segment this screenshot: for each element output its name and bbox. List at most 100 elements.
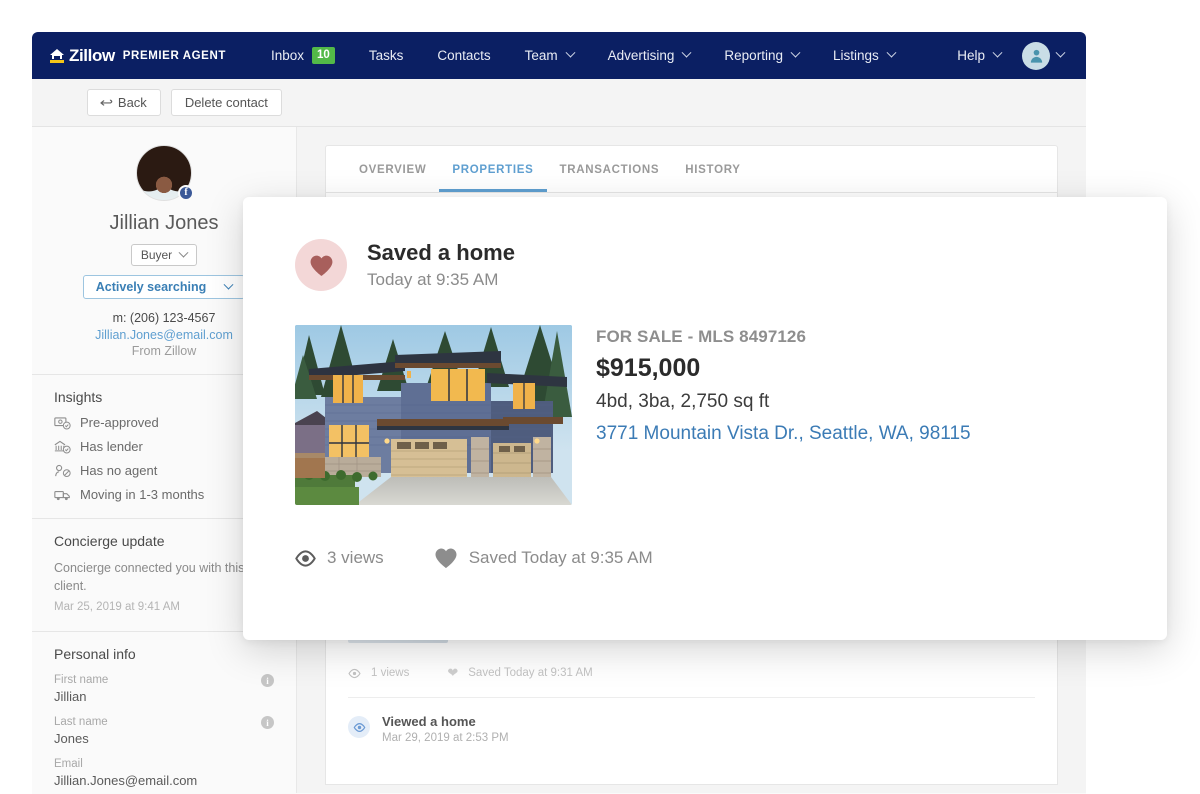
contact-status-row: Actively searching [54,275,274,299]
nav-item-label: Help [957,48,985,63]
chevron-down-icon [565,47,576,58]
nav-item-tasks[interactable]: Tasks [352,32,421,79]
field-value: Jones [54,731,89,747]
insight-label: Has lender [80,439,143,454]
contact-type-label: Buyer [140,248,173,262]
activity-item-viewed[interactable]: Viewed a home Mar 29, 2019 at 2:53 PM [348,698,1035,744]
insight-row: Moving in 1-3 months [54,487,274,502]
user-icon [1030,49,1042,63]
field-label: First name [54,674,109,687]
activity-title: Viewed a home [382,714,476,729]
listing-specs: 4bd, 3ba, 2,750 sq ft [596,391,770,412]
avatar: f [136,145,194,201]
field-label: Email [54,758,83,771]
top-navigation-bar: Zillow PREMIER AGENT Inbox 10 Tasks Cont… [32,32,1086,79]
nav-item-label: Inbox [270,48,305,63]
modal-title: Saved a home [367,240,515,265]
tab-history[interactable]: HISTORY [672,146,753,192]
nav-item-reporting[interactable]: Reporting [707,32,816,79]
nav-right-group: Help [940,32,1066,79]
eye-icon [348,668,361,678]
field-value: Jillian.Jones@email.com [54,773,198,789]
property-photo[interactable] [295,325,572,505]
modal-header: Saved a home Today at 9:35 AM [295,239,1115,291]
contact-type-row: Buyer [54,244,274,266]
insight-label: Has no agent [80,463,158,478]
nav-item-label: Reporting [724,48,783,63]
chevron-down-icon [223,279,234,290]
contact-email-link[interactable]: Jillian.Jones@email.com [54,328,274,342]
listing-details: FOR SALE - MLS 8497126 $915,000 4bd, 3ba… [596,325,971,505]
facebook-badge-icon: f [178,185,194,201]
back-button[interactable]: ↩ Back [87,89,161,116]
tab-overview[interactable]: OVERVIEW [346,146,439,192]
nav-item-label: Tasks [368,48,404,63]
modal-body: FOR SALE - MLS 8497126 $915,000 4bd, 3ba… [295,325,1115,505]
modal-subtitle: Today at 9:35 AM [367,270,499,289]
viewed-badge-icon [348,716,370,738]
screen: Zillow PREMIER AGENT Inbox 10 Tasks Cont… [0,0,1200,794]
heart-icon: ❤ [447,665,459,680]
nav-item-label: Contacts [437,48,491,63]
delete-contact-label: Delete contact [184,95,268,110]
activity-views: 1 views [371,667,410,679]
contact-profile: f Jillian Jones Buyer Actively searching [54,145,274,358]
saved-text: Saved Today at 9:35 AM [468,548,653,567]
chevron-down-icon [992,47,1003,58]
personal-info-title: Personal info [54,646,136,663]
house-photo-illustration [295,325,572,505]
contact-source: From Zillow [131,344,197,358]
activity-saved: Saved Today at 9:31 AM [468,667,593,679]
contact-status-dropdown[interactable]: Actively searching [82,275,246,299]
listing-price: $915,000 [596,354,701,382]
views-stat: 3 views [295,548,384,569]
activity-text-group: Viewed a home Mar 29, 2019 at 2:53 PM [382,714,509,744]
activity-date: Mar 29, 2019 at 2:53 PM [382,732,509,744]
field-email[interactable]: Email Jillian.Jones@email.com [54,758,274,788]
listing-address-link[interactable]: 3771 Mountain Vista Dr., Seattle, WA, 98… [596,423,971,445]
contact-type-dropdown[interactable]: Buyer [130,244,198,266]
listing-status-mls: FOR SALE - MLS 8497126 [596,327,807,346]
nav-item-listings[interactable]: Listings [816,32,912,79]
field-value: Jillian [54,689,87,705]
saved-stat: Saved Today at 9:35 AM [434,547,653,569]
insight-row: Has lender [54,439,274,454]
tab-transactions[interactable]: TRANSACTIONS [547,146,673,192]
field-label: Last name [54,716,108,729]
activity-meta: 1 views ❤ Saved Today at 9:31 AM [348,665,1035,681]
heart-icon [310,255,332,276]
inbox-unread-badge: 10 [312,46,335,65]
nav-item-help[interactable]: Help [940,32,1018,79]
concierge-title: Concierge update [54,533,165,549]
insight-label: Pre-approved [80,415,159,430]
tab-properties[interactable]: PROPERTIES [439,146,547,192]
zillow-premier-agent-logo[interactable]: Zillow PREMIER AGENT [50,46,226,66]
nav-item-advertising[interactable]: Advertising [591,32,708,79]
insight-row: Pre-approved [54,415,274,430]
agent-none-icon [55,464,71,477]
page-toolbar: ↩ Back Delete contact [32,79,1086,127]
concierge-text: Concierge connected you with this client… [54,561,245,594]
nav-item-inbox[interactable]: Inbox 10 [254,32,352,79]
insight-label: Moving in 1-3 months [80,487,205,502]
delete-contact-button[interactable]: Delete contact [170,89,282,116]
chevron-down-icon [886,47,897,58]
modal-footer-stats: 3 views Saved Today at 9:35 AM [295,547,1115,569]
nav-item-contacts[interactable]: Contacts [420,32,507,79]
insight-row: Has no agent [54,463,274,478]
saved-heart-badge-icon [295,239,347,291]
nav-item-team[interactable]: Team [508,32,591,79]
contact-tabs: OVERVIEW PROPERTIES TRANSACTIONS HISTORY [326,146,1057,193]
contact-phone: m: (206) 123-4567 [112,311,216,325]
nav-items: Inbox 10 Tasks Contacts Team Advertising [254,32,912,79]
views-count: 3 views [327,548,384,567]
zillow-house-icon [50,48,64,64]
bank-check-icon [54,440,71,453]
money-check-icon [54,416,71,429]
contact-name: Jillian Jones [109,212,219,234]
field-first-name[interactable]: First name Jillian i [54,674,274,704]
field-last-name[interactable]: Last name Jones i [54,716,274,746]
account-chevron-down-icon[interactable] [1055,47,1066,58]
chevron-down-icon [681,47,692,58]
user-avatar-button[interactable] [1022,41,1050,70]
